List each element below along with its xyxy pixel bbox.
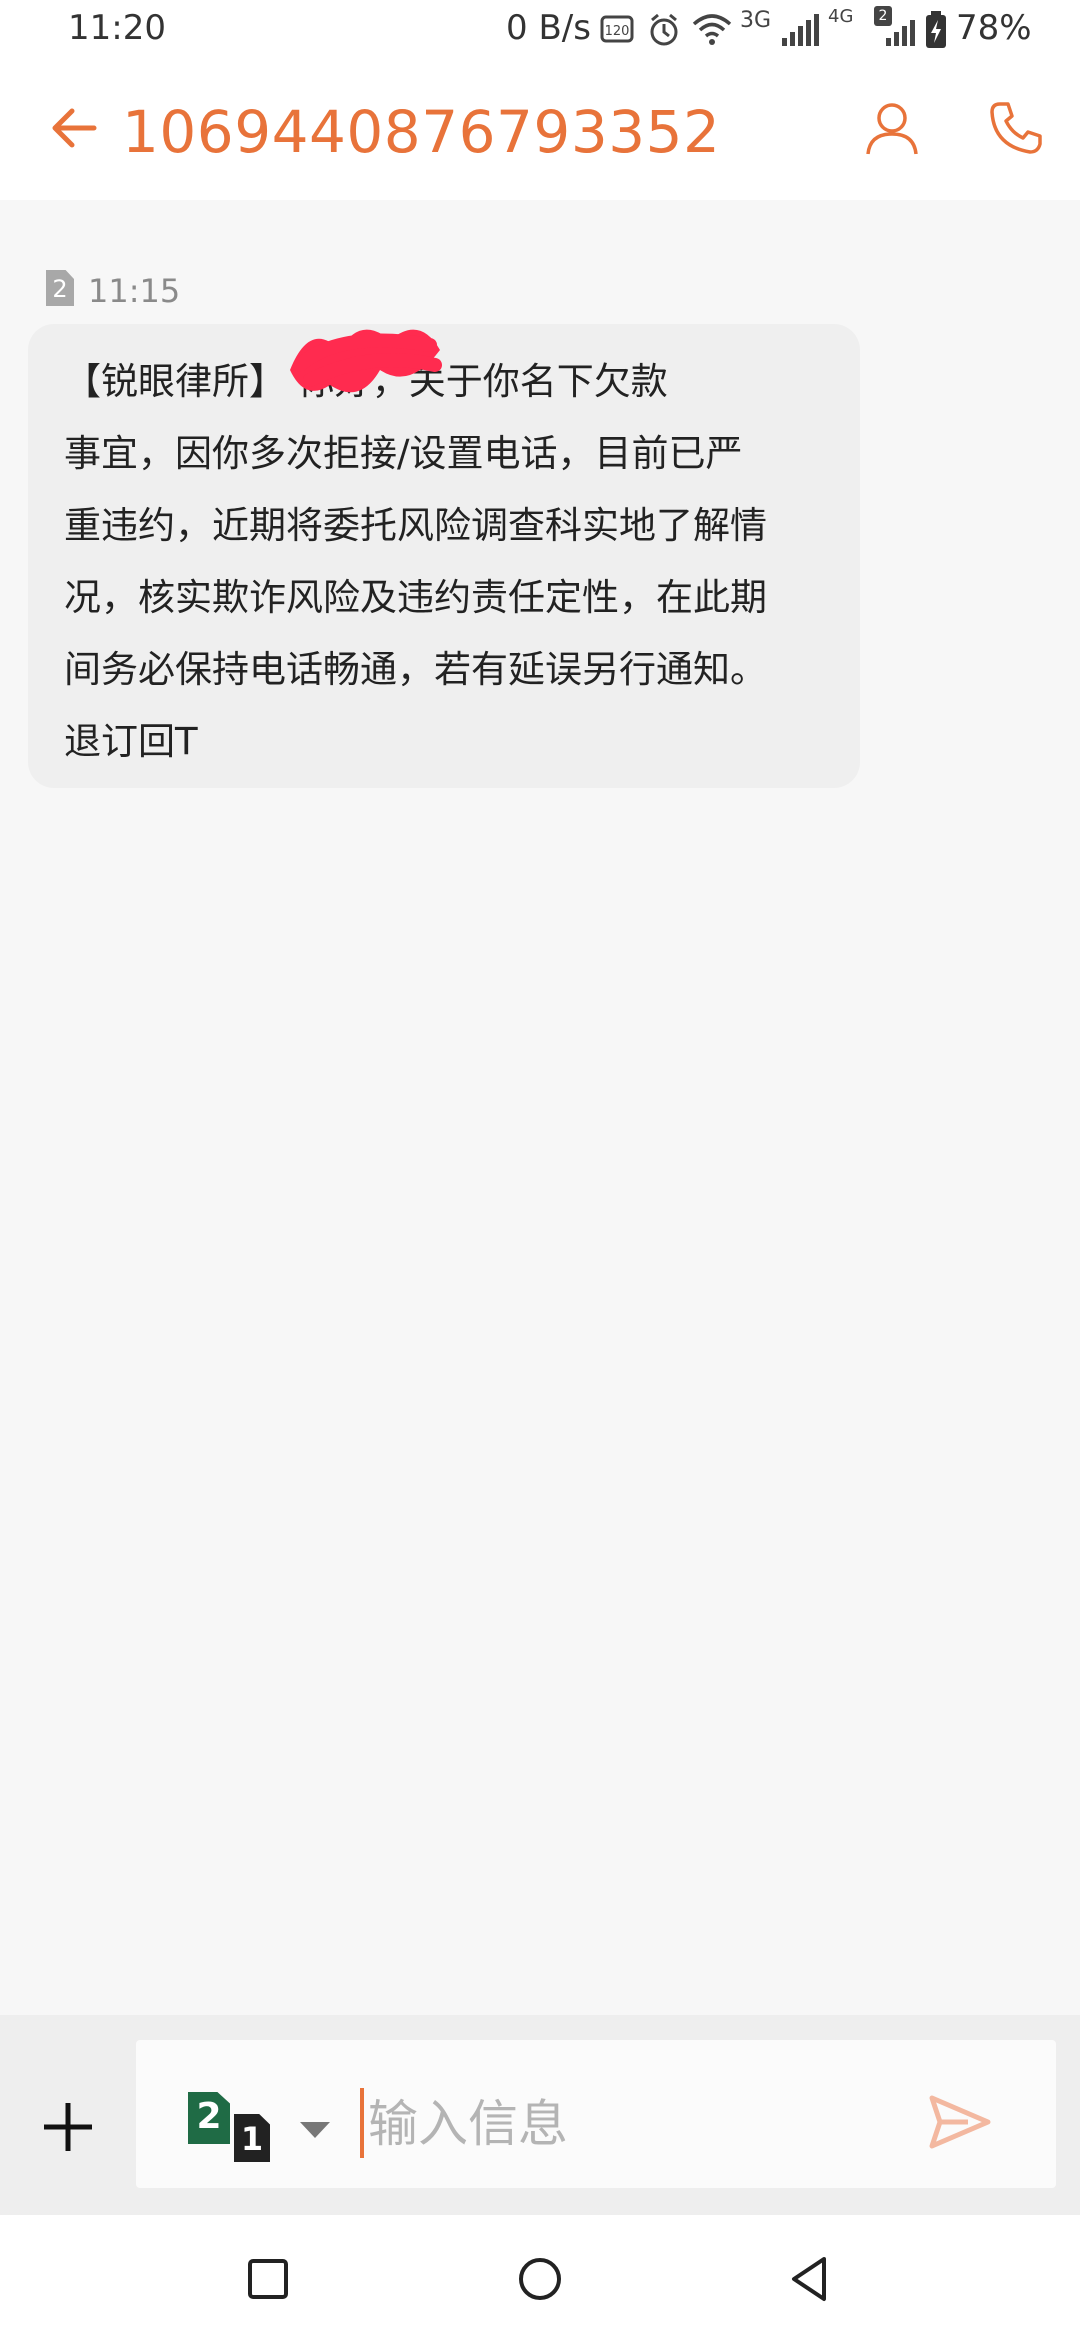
battery-charging-icon: [926, 11, 946, 48]
message-line: 退订回T: [64, 720, 198, 763]
sim-card-icon: 2: [46, 270, 74, 306]
status-icons: 120 3G 4G 2: [600, 6, 930, 52]
system-nav-bar: [0, 2215, 1080, 2340]
home-icon[interactable]: [512, 2251, 568, 2307]
sender-number-title: 1069440876793352: [122, 98, 721, 166]
message-line: 况，核实欺诈风险及违约责任定性，在此期: [64, 576, 767, 619]
compose-bar: 2 1: [0, 2015, 1080, 2215]
contact-person-icon[interactable]: [862, 98, 922, 158]
back-arrow-icon[interactable]: [48, 102, 100, 154]
message-time: 11:15: [88, 272, 181, 310]
message-line: 【锐眼律所】 你好，关于你名下欠款: [64, 360, 668, 403]
wifi-icon: [692, 14, 732, 45]
status-time: 11:20: [68, 8, 166, 48]
message-text: 【锐眼律所】 你好，关于你名下欠款 事宜，因你多次拒接/设置电话，目前已严 重违…: [64, 346, 844, 778]
network-type-3g: 3G: [740, 8, 772, 33]
status-bar: 11:20 0 B/s 120 3G 4G 2 78%: [0, 0, 1080, 60]
alarm-icon: [650, 13, 678, 46]
signal-4g-hd-icon: [886, 20, 915, 46]
hd-icon: 120: [600, 15, 634, 43]
sim-1-icon: 1: [234, 2114, 270, 2162]
conversation-header: 1069440876793352: [0, 60, 1080, 201]
battery-percent: 78%: [956, 8, 1032, 48]
message-line: 事宜，因你多次拒接/设置电话，目前已严: [64, 432, 743, 475]
message-list[interactable]: 2 11:15 【锐眼律所】 你好，关于你名下欠款 事宜，因你多次拒接/设置电话…: [0, 200, 1080, 2015]
phone-call-icon[interactable]: [986, 98, 1046, 158]
network-type-4g: 4G: [828, 6, 854, 27]
redaction-scribble: [290, 329, 442, 393]
compose-box: 2 1: [136, 2040, 1056, 2188]
sim-2-icon: 2: [188, 2092, 230, 2144]
network-speed: 0 B/s: [506, 8, 591, 48]
recent-apps-icon[interactable]: [240, 2251, 296, 2307]
add-attachment-button[interactable]: [38, 2097, 98, 2157]
message-line: 重违约，近期将委托风险调查科实地了解情: [64, 504, 767, 547]
sim-selector[interactable]: 2 1: [188, 2092, 338, 2162]
back-nav-icon[interactable]: [782, 2251, 838, 2307]
message-input[interactable]: [366, 2080, 890, 2168]
message-line: 间务必保持电话畅通，若有延误另行通知。: [64, 648, 767, 691]
svg-text:120: 120: [605, 24, 630, 39]
send-icon[interactable]: [928, 2094, 992, 2150]
messaging-screen: 11:20 0 B/s 120 3G 4G 2 78% 106944087679…: [0, 0, 1080, 2340]
chevron-down-icon: [300, 2122, 330, 2138]
signal-3g-icon: [782, 14, 819, 46]
text-cursor: [360, 2088, 364, 2158]
